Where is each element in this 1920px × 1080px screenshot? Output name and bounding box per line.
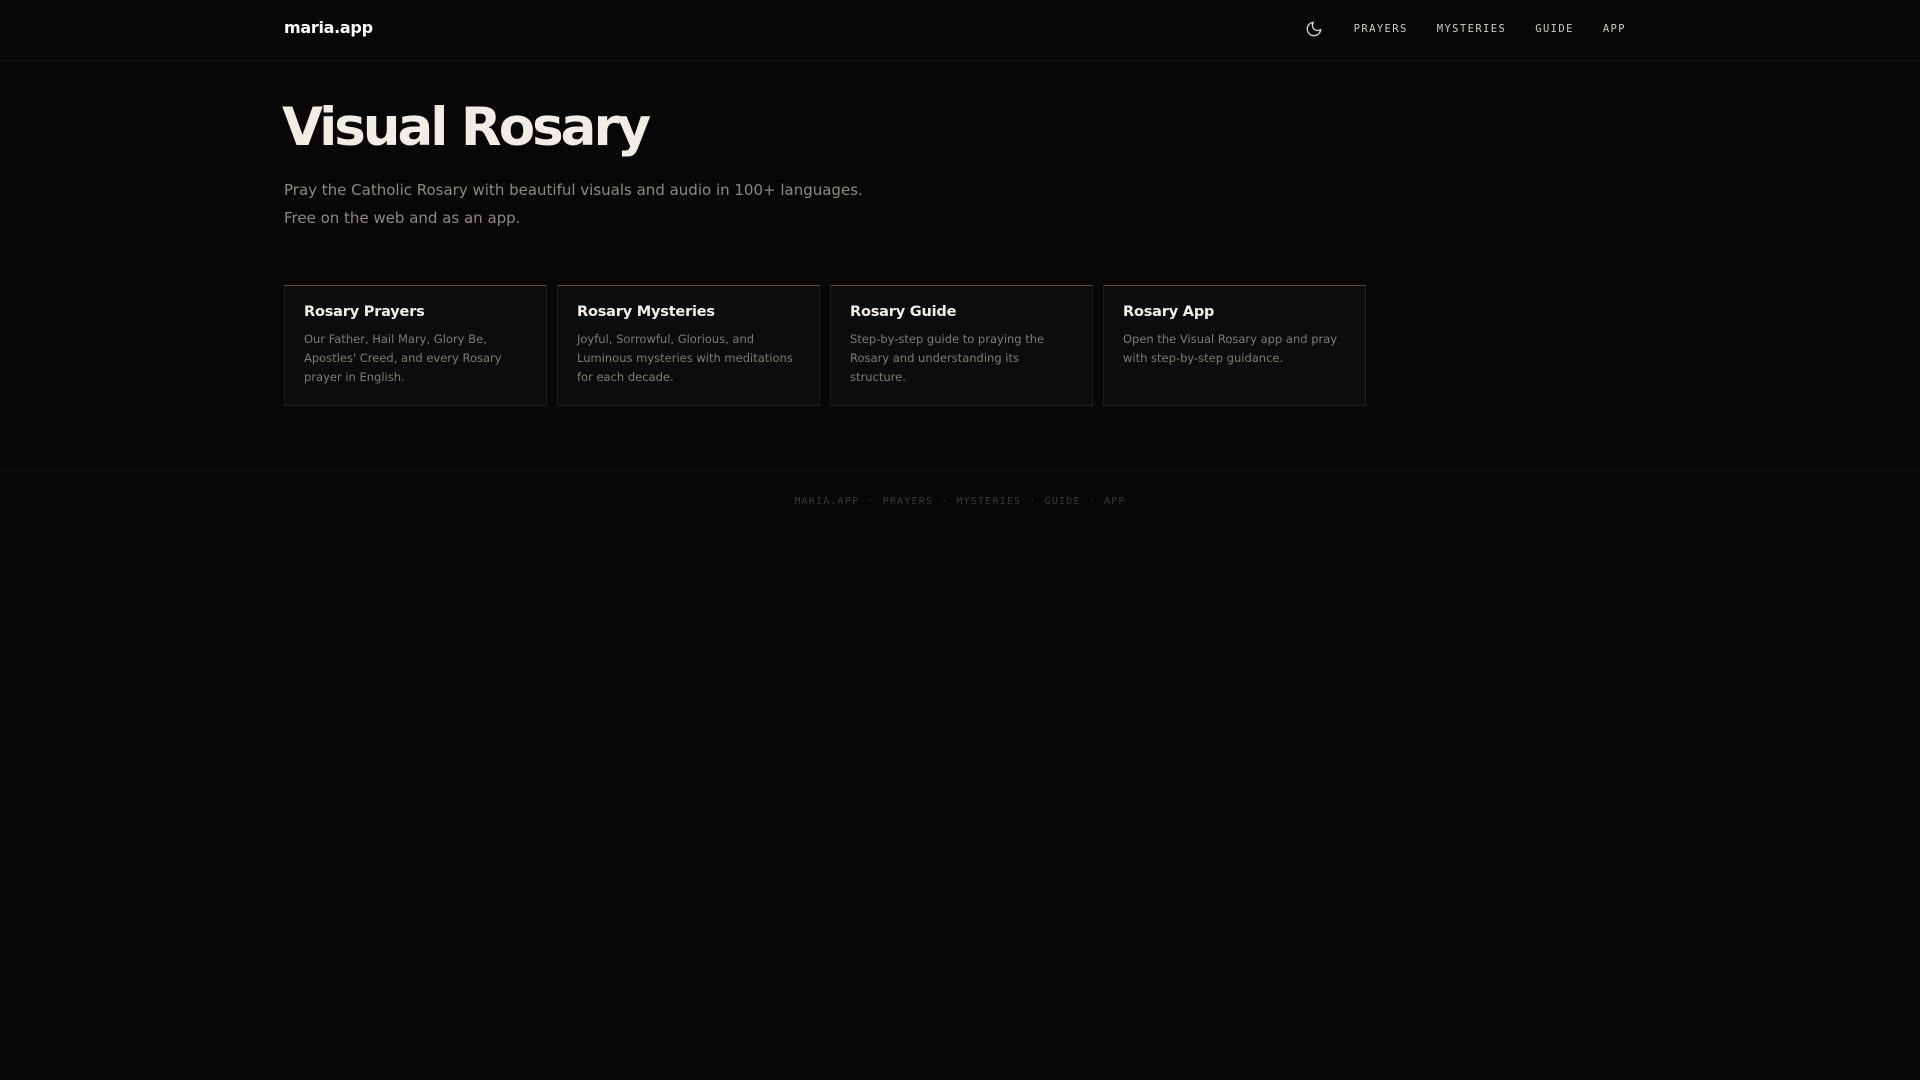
brand-logo-link[interactable]: maria.app bbox=[284, 18, 373, 37]
card-rosary-prayers[interactable]: Rosary Prayers Our Father, Hail Mary, Gl… bbox=[284, 285, 547, 406]
hero-subtitle: Pray the Catholic Rosary with beautiful … bbox=[284, 176, 863, 232]
card-description: Joyful, Sorrowful, Glorious, and Luminou… bbox=[577, 332, 793, 384]
footer-link-home[interactable]: MARIA.APP bbox=[794, 496, 859, 507]
footer-links: MARIA.APP · PRAYERS · MYSTERIES · GUIDE · APP bbox=[0, 496, 1920, 507]
footer-link-mysteries[interactable]: MYSTERIES bbox=[956, 496, 1021, 507]
card-title: Rosary App bbox=[1123, 304, 1215, 320]
main-nav: PRAYERS MYSTERIES GUIDE APP bbox=[1303, 16, 1626, 42]
theme-toggle-button[interactable] bbox=[1303, 16, 1325, 42]
hero-subtitle-line-1: Pray the Catholic Rosary with beautiful … bbox=[284, 181, 863, 199]
site-footer: MARIA.APP · PRAYERS · MYSTERIES · GUIDE · APP bbox=[0, 470, 1920, 530]
card-rosary-guide[interactable]: Rosary Guide Step-by-step guide to prayi… bbox=[830, 285, 1093, 406]
card-rosary-mysteries[interactable]: Rosary Mysteries Joyful, Sorrowful, Glor… bbox=[557, 285, 820, 406]
footer-separator: · bbox=[867, 496, 875, 507]
card-description: Our Father, Hail Mary, Glory Be, Apostle… bbox=[304, 332, 502, 384]
footer-link-app[interactable]: APP bbox=[1104, 496, 1126, 507]
moon-icon bbox=[1306, 21, 1322, 37]
card-rosary-app[interactable]: Rosary App Open the Visual Rosary app an… bbox=[1103, 285, 1366, 406]
card-title: Rosary Mysteries bbox=[577, 304, 715, 320]
nav-link-guide[interactable]: GUIDE bbox=[1535, 23, 1574, 35]
footer-separator: · bbox=[1029, 496, 1037, 507]
feature-cards: Rosary Prayers Our Father, Hail Mary, Gl… bbox=[284, 285, 1366, 406]
card-title: Rosary Prayers bbox=[304, 304, 425, 320]
footer-separator: · bbox=[1088, 496, 1096, 507]
footer-link-prayers[interactable]: PRAYERS bbox=[883, 496, 934, 507]
hero-subtitle-line-2: Free on the web and as an app. bbox=[284, 209, 521, 227]
footer-link-guide[interactable]: GUIDE bbox=[1045, 496, 1081, 507]
card-description: Step-by-step guide to praying the Rosary… bbox=[850, 332, 1045, 384]
site-header: maria.app PRAYERS MYSTERIES GUIDE APP bbox=[0, 0, 1920, 61]
nav-link-app[interactable]: APP bbox=[1603, 23, 1626, 35]
nav-link-mysteries[interactable]: MYSTERIES bbox=[1437, 23, 1507, 35]
page-title: Visual Rosary bbox=[282, 97, 651, 158]
card-title: Rosary Guide bbox=[850, 304, 957, 320]
nav-link-prayers[interactable]: PRAYERS bbox=[1354, 23, 1408, 35]
card-description: Open the Visual Rosary app and pray with… bbox=[1123, 332, 1338, 365]
footer-separator: · bbox=[941, 496, 949, 507]
